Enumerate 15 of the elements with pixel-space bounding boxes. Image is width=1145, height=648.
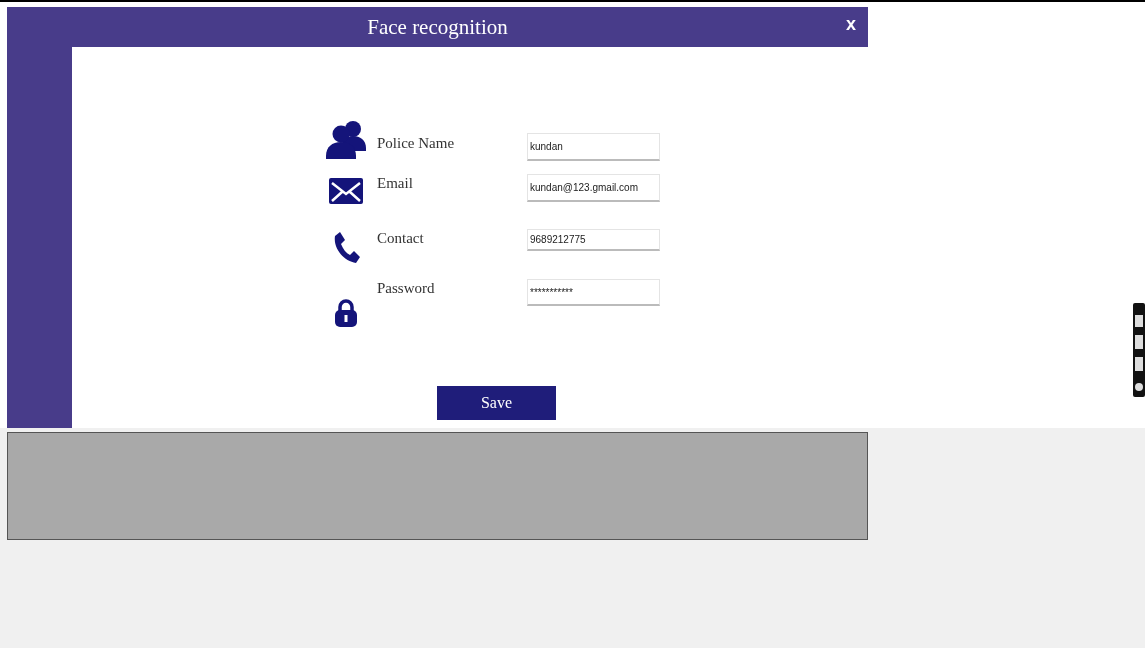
input-field[interactable]: kundan <box>527 133 660 161</box>
input-field[interactable]: kundan@123.gmail.com <box>527 174 660 202</box>
field-label: Email <box>377 174 414 192</box>
lock-icon <box>335 299 357 327</box>
close-button[interactable]: x <box>844 12 858 37</box>
field-label: Password <box>377 279 436 297</box>
field-label: Contact <box>377 229 425 247</box>
input-field[interactable]: 9689212775 <box>527 229 660 251</box>
toolbar-icon[interactable] <box>1133 303 1145 397</box>
field-label: Police Name <box>377 134 456 152</box>
users-icon <box>325 119 367 159</box>
window-title: Face recognition <box>367 14 508 40</box>
input-field[interactable]: *********** <box>527 279 660 306</box>
envelope-icon <box>329 178 363 204</box>
save-button[interactable]: Save <box>437 386 556 420</box>
